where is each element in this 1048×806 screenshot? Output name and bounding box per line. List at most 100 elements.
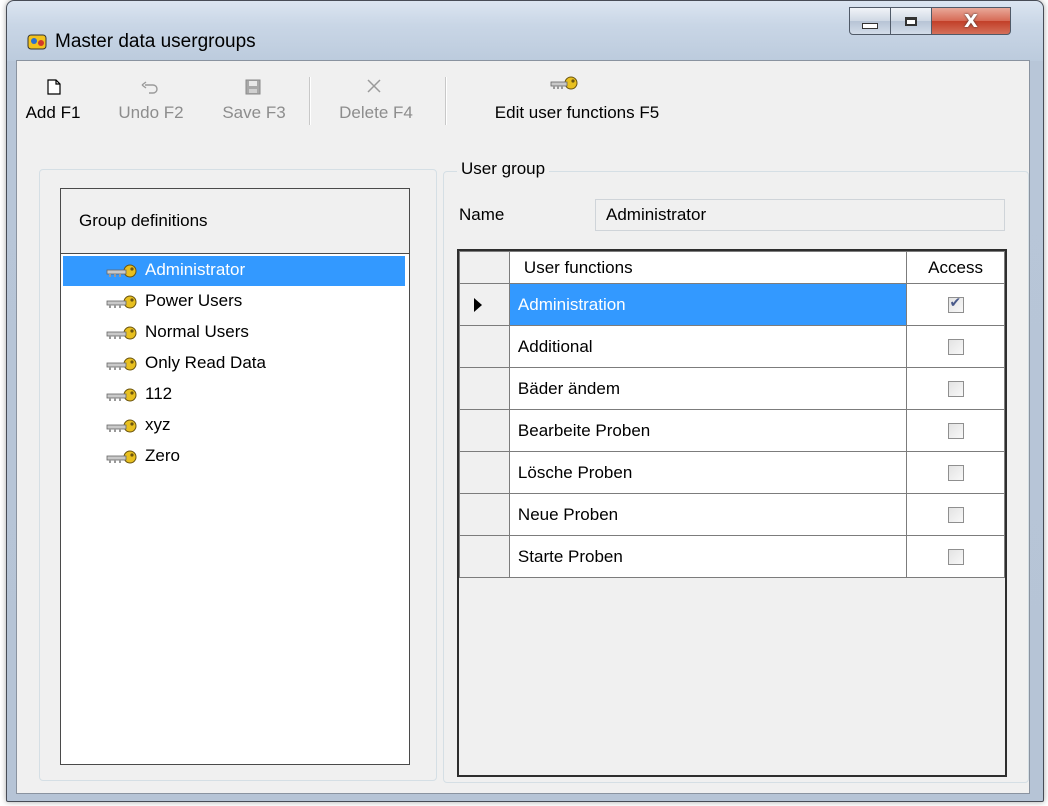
app-icon [27, 34, 47, 50]
toolbar: Add F1 Undo F2 Save F3 Delete F4 Edit us… [17, 61, 1029, 135]
name-field[interactable]: Administrator [595, 199, 1005, 231]
group-list-item[interactable]: Administrator [63, 256, 407, 288]
new-document-icon [47, 79, 61, 95]
user-function-cell[interactable]: Starte Proben [508, 535, 908, 578]
group-list-item[interactable]: Zero [63, 442, 407, 474]
access-cell [906, 325, 1005, 368]
window-title: Master data usergroups [55, 31, 256, 52]
user-function-label: Starte Proben [517, 546, 623, 566]
key-icon [106, 326, 137, 340]
group-list-item-label: Normal Users [145, 322, 249, 341]
row-header[interactable] [459, 409, 510, 452]
key-icon [106, 450, 137, 464]
access-checkbox[interactable] [947, 423, 964, 440]
key-icon [106, 264, 137, 278]
group-list-item[interactable]: 112 [63, 380, 407, 412]
access-checkbox[interactable] [947, 507, 964, 524]
group-list-item-label: 112 [145, 384, 173, 403]
row-header[interactable] [459, 283, 510, 326]
user-function-label: Bäder ändem [517, 378, 620, 398]
user-function-cell[interactable]: Additional [508, 325, 908, 368]
delete-button[interactable]: Delete F4 [321, 61, 431, 135]
table-row[interactable]: Starte Proben [459, 535, 1005, 578]
access-checkbox[interactable] [947, 549, 964, 566]
floppy-disk-icon [245, 79, 261, 95]
user-function-cell[interactable]: Bearbeite Proben [508, 409, 908, 452]
row-header-corner [459, 251, 510, 284]
close-button[interactable]: X [931, 7, 1011, 35]
access-cell [906, 367, 1005, 410]
user-function-label: Bearbeite Proben [517, 420, 651, 440]
group-definitions-header[interactable]: Group definitions [60, 188, 410, 254]
undo-icon [141, 81, 158, 94]
row-header[interactable] [459, 535, 510, 578]
table-row[interactable]: Bearbeite Proben [459, 409, 1005, 452]
access-cell [906, 493, 1005, 536]
edit-user-functions-label: Edit user functions F5 [494, 103, 660, 122]
group-list-item[interactable]: xyz [63, 411, 407, 443]
access-checkbox[interactable] [947, 339, 964, 356]
minimize-button[interactable] [849, 7, 891, 35]
user-function-cell[interactable]: Administration [508, 283, 908, 326]
toolbar-separator [445, 77, 447, 125]
group-definitions-title: Group definitions [79, 211, 208, 230]
delete-x-icon [367, 79, 381, 93]
edit-user-functions-button[interactable]: Edit user functions F5 [457, 61, 697, 135]
group-list-item[interactable]: Only Read Data [63, 349, 407, 381]
undo-label: Undo F2 [118, 103, 184, 122]
name-label: Name [459, 205, 505, 224]
row-header[interactable] [459, 451, 510, 494]
group-list-item[interactable]: Power Users [63, 287, 407, 319]
close-icon: X [964, 10, 978, 32]
table-row[interactable]: Lösche Proben [459, 451, 1005, 494]
maximize-button[interactable] [890, 7, 932, 35]
minimize-icon [862, 23, 878, 29]
key-icon [106, 388, 137, 402]
add-label: Add F1 [25, 103, 81, 122]
name-value: Administrator [606, 205, 707, 224]
user-function-cell[interactable]: Bäder ändem [508, 367, 908, 410]
group-list-item[interactable]: Normal Users [63, 318, 407, 350]
title-bar[interactable]: Master data usergroups X [7, 1, 1043, 61]
user-function-cell[interactable]: Neue Proben [508, 493, 908, 536]
user-functions-grid[interactable]: User functions Access Administration Addi… [457, 249, 1007, 777]
group-list-item-label: Power Users [145, 291, 243, 310]
user-function-label: Administration [517, 294, 626, 314]
undo-button[interactable]: Undo F2 [105, 61, 197, 135]
current-row-arrow-icon [474, 298, 482, 313]
access-cell [906, 451, 1005, 494]
table-row[interactable]: Additional [459, 325, 1005, 368]
table-row[interactable]: Administration [459, 283, 1005, 326]
user-function-label: Neue Proben [517, 504, 619, 524]
group-list-item-label: xyz [145, 415, 171, 434]
save-label: Save F3 [222, 103, 286, 122]
add-button[interactable]: Add F1 [17, 61, 89, 135]
client-area: Add F1 Undo F2 Save F3 Delete F4 Edit us… [16, 60, 1030, 794]
group-definitions-panel: Group definitions Administrator Power Use… [39, 169, 437, 781]
access-checkbox[interactable] [947, 381, 964, 398]
key-icon [106, 295, 137, 309]
save-button[interactable]: Save F3 [209, 61, 299, 135]
column-header-access[interactable]: Access [906, 251, 1005, 284]
table-row[interactable]: Neue Proben [459, 493, 1005, 536]
access-cell [906, 409, 1005, 452]
access-cell [906, 535, 1005, 578]
key-icon [550, 76, 578, 90]
table-row[interactable]: Bäder ändem [459, 367, 1005, 410]
user-function-cell[interactable]: Lösche Proben [508, 451, 908, 494]
user-function-label: Lösche Proben [517, 462, 633, 482]
group-list-item-label: Only Read Data [145, 353, 266, 372]
row-header[interactable] [459, 367, 510, 410]
access-checkbox[interactable] [947, 295, 964, 314]
toolbar-separator [309, 77, 311, 125]
user-group-legend: User group [457, 159, 550, 179]
access-cell [906, 283, 1005, 326]
column-header-user-functions[interactable]: User functions [508, 251, 908, 284]
group-list[interactable]: Administrator Power Users Normal Users Only… [60, 253, 410, 765]
group-list-item-label: Zero [145, 446, 180, 465]
access-checkbox[interactable] [947, 465, 964, 482]
row-header[interactable] [459, 325, 510, 368]
key-icon [106, 357, 137, 371]
group-list-item-label: Administrator [145, 260, 246, 279]
row-header[interactable] [459, 493, 510, 536]
